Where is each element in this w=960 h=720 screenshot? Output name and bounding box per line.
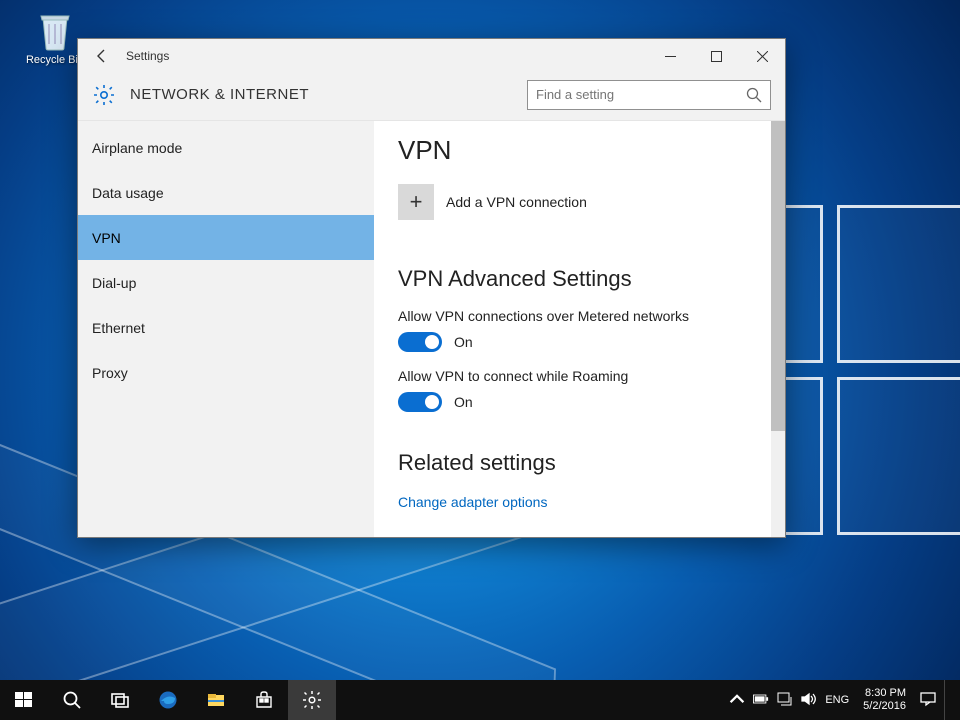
- sidebar-item-airplane-mode[interactable]: Airplane mode: [78, 125, 374, 170]
- recycle-bin-label: Recycle Bin: [26, 54, 84, 66]
- clock-time: 8:30 PM: [863, 687, 906, 700]
- toggle-roaming-state: On: [454, 394, 473, 410]
- close-button[interactable]: [739, 39, 785, 73]
- sidebar-item-label: Airplane mode: [92, 140, 182, 156]
- task-view-button[interactable]: [96, 680, 144, 720]
- scrollbar[interactable]: [771, 121, 785, 537]
- recycle-bin[interactable]: Recycle Bin: [25, 8, 85, 66]
- action-center-icon[interactable]: [920, 691, 936, 710]
- sidebar-item-label: Data usage: [92, 185, 164, 201]
- cortana-search-button[interactable]: [48, 680, 96, 720]
- related-heading: Related settings: [398, 450, 771, 476]
- sidebar-item-proxy[interactable]: Proxy: [78, 350, 374, 395]
- taskbar-store[interactable]: [240, 680, 288, 720]
- battery-icon[interactable]: [753, 691, 769, 710]
- network-icon[interactable]: [777, 691, 793, 710]
- add-vpn-button[interactable]: + Add a VPN connection: [398, 184, 771, 220]
- sidebar: Airplane mode Data usage VPN Dial-up Eth…: [78, 121, 374, 537]
- search-input[interactable]: [536, 87, 746, 102]
- app-title: Settings: [126, 49, 169, 63]
- content-pane: VPN + Add a VPN connection VPN Advanced …: [374, 121, 785, 537]
- toggle-metered-state: On: [454, 334, 473, 350]
- minimize-button[interactable]: [647, 39, 693, 73]
- search-field[interactable]: [527, 80, 771, 110]
- category-title: NETWORK & INTERNET: [130, 86, 309, 103]
- clock-date: 5/2/2016: [863, 700, 906, 713]
- search-icon: [746, 87, 762, 103]
- sidebar-item-vpn[interactable]: VPN: [78, 215, 374, 260]
- desktop: Recycle Bin Settings NETWORK & INTERNET: [0, 0, 960, 680]
- sidebar-item-label: Ethernet: [92, 320, 145, 336]
- sidebar-item-dial-up[interactable]: Dial-up: [78, 260, 374, 305]
- taskbar-settings[interactable]: [288, 680, 336, 720]
- toggle-metered-label: Allow VPN connections over Metered netwo…: [398, 308, 771, 324]
- toggle-roaming-label: Allow VPN to connect while Roaming: [398, 368, 771, 384]
- scrollbar-thumb[interactable]: [771, 121, 785, 431]
- language-indicator[interactable]: ENG: [825, 694, 849, 706]
- back-button[interactable]: [78, 39, 126, 73]
- toggle-roaming[interactable]: [398, 392, 442, 412]
- taskbar-file-explorer[interactable]: [192, 680, 240, 720]
- plus-icon: +: [398, 184, 434, 220]
- tray-overflow-icon[interactable]: [729, 691, 745, 710]
- sidebar-item-label: Proxy: [92, 365, 128, 381]
- taskbar-edge[interactable]: [144, 680, 192, 720]
- gear-icon: [92, 83, 116, 107]
- titlebar[interactable]: Settings: [78, 39, 785, 73]
- maximize-button[interactable]: [693, 39, 739, 73]
- sidebar-item-label: VPN: [92, 230, 121, 246]
- header-bar: NETWORK & INTERNET: [78, 73, 785, 121]
- change-adapter-link[interactable]: Change adapter options: [398, 494, 771, 510]
- sidebar-item-data-usage[interactable]: Data usage: [78, 170, 374, 215]
- show-desktop-button[interactable]: [944, 680, 950, 720]
- sidebar-item-ethernet[interactable]: Ethernet: [78, 305, 374, 350]
- system-tray: ENG 8:30 PM 5/2/2016: [729, 680, 960, 720]
- toggle-metered[interactable]: [398, 332, 442, 352]
- page-title: VPN: [398, 135, 771, 166]
- settings-window: Settings NETWORK & INTERNET: [77, 38, 786, 538]
- advanced-heading: VPN Advanced Settings: [398, 266, 771, 292]
- recycle-bin-icon: [34, 8, 76, 52]
- clock[interactable]: 8:30 PM 5/2/2016: [857, 687, 912, 712]
- start-button[interactable]: [0, 680, 48, 720]
- sidebar-item-label: Dial-up: [92, 275, 136, 291]
- volume-icon[interactable]: [801, 691, 817, 710]
- add-vpn-label: Add a VPN connection: [446, 194, 587, 210]
- taskbar: ENG 8:30 PM 5/2/2016: [0, 680, 960, 720]
